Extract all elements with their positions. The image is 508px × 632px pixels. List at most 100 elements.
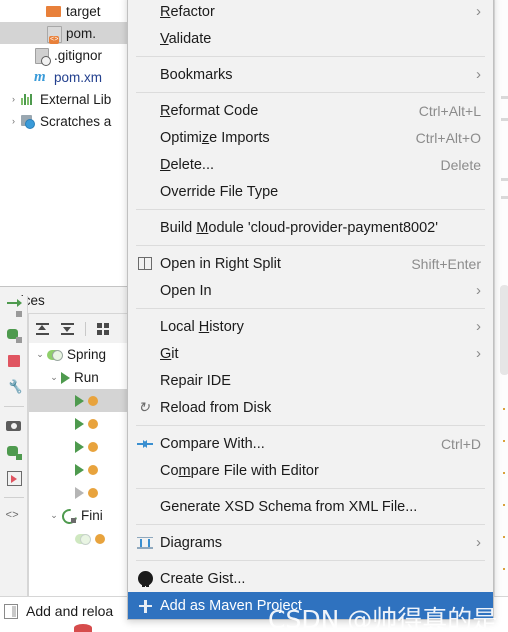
chevron-down-icon[interactable]: ⌄: [47, 510, 61, 521]
project-tree-rows: targetpom..gitignormpom.xm›External Lib›…: [0, 0, 128, 132]
menu-item[interactable]: ↻ Reload from Disk: [128, 394, 493, 421]
stop-icon[interactable]: [5, 352, 23, 370]
run-tool-window-toolbar[interactable]: 🔧 <>: [0, 296, 28, 596]
status-bar-text: Add and reloa: [26, 603, 114, 619]
services-tree[interactable]: ⌄ Spring ⌄ Run ⌄ Fini: [28, 343, 128, 597]
chevron-right-icon[interactable]: ›: [8, 88, 19, 110]
rerun-icon[interactable]: [5, 443, 23, 461]
project-tool-window[interactable]: targetpom..gitignormpom.xm›External Lib›…: [0, 0, 128, 146]
services-tree-item[interactable]: [29, 412, 128, 435]
menu-item[interactable]: Generate XSD Schema from XML File...: [128, 493, 493, 520]
debug-icon[interactable]: [5, 326, 23, 344]
project-tree-item[interactable]: › External Lib: [0, 88, 128, 110]
chevron-right-icon[interactable]: ›: [8, 110, 19, 132]
menu-item-label: Validate: [160, 30, 212, 47]
collapse-all-icon[interactable]: [60, 321, 75, 336]
menu-item-icon-slot: [136, 283, 160, 299]
menu-item[interactable]: Open In ›: [128, 277, 493, 304]
menu-item[interactable]: Reformat Code Ctrl+Alt+L: [128, 97, 493, 124]
group-by-icon[interactable]: [96, 321, 111, 336]
menu-item-icon-slot: [136, 220, 160, 236]
menu-item[interactable]: Local History ›: [128, 313, 493, 340]
status-dot: [95, 533, 105, 544]
settings-wrench-icon[interactable]: 🔧: [5, 378, 23, 396]
pom-module-icon: [45, 25, 62, 44]
menu-item-icon-slot: [136, 67, 160, 83]
menu-item[interactable]: Override File Type: [128, 178, 493, 205]
menu-separator: [136, 308, 485, 309]
chevron-down-icon[interactable]: ⌄: [33, 349, 47, 360]
chevron-down-icon[interactable]: ⌄: [47, 372, 61, 383]
services-tree-item[interactable]: [29, 527, 128, 550]
menu-item[interactable]: Build Module 'cloud-provider-payment8002…: [128, 214, 493, 241]
project-tree-item-label: External Lib: [40, 91, 112, 107]
menu-item[interactable]: Validate: [128, 25, 493, 52]
run-icon: [75, 463, 84, 476]
menu-item-shortcut: Ctrl+D: [440, 435, 481, 452]
services-tree-item[interactable]: [29, 458, 128, 481]
camera-icon[interactable]: [5, 417, 23, 435]
menu-item[interactable]: Diagrams ›: [128, 529, 493, 556]
menu-item[interactable]: Create Gist...: [128, 565, 493, 592]
spring-icon: [75, 532, 91, 546]
project-tree-item[interactable]: pom.: [0, 22, 128, 44]
project-tree-item-label: target: [66, 3, 101, 19]
menu-item[interactable]: Compare With... Ctrl+D: [128, 430, 493, 457]
menu-item-icon-slot: [136, 499, 160, 515]
editor-scrollbar[interactable]: [500, 285, 508, 375]
context-menu-items: Refactor › Validate Bookmarks › Reformat Code…: [128, 0, 493, 619]
run-icon[interactable]: [5, 299, 23, 318]
step-into-icon[interactable]: [5, 469, 23, 487]
status-dot: [88, 395, 98, 406]
code-icon[interactable]: <>: [5, 508, 23, 526]
services-tree-item-label: Spring: [67, 347, 107, 362]
menu-item-icon-slot: [136, 463, 160, 479]
menu-item[interactable]: Add as Maven Project: [128, 592, 493, 619]
services-tree-item[interactable]: [29, 435, 128, 458]
menu-item-label: Open In: [160, 282, 212, 299]
services-tree-item[interactable]: ⌄ Run: [29, 366, 128, 389]
menu-item-label: Reload from Disk: [160, 399, 272, 416]
menu-item-label: Reformat Code: [160, 102, 259, 119]
menu-item-label: Refactor: [160, 3, 215, 20]
services-tree-item[interactable]: ⌄ Spring: [29, 343, 128, 366]
external-libraries-icon: [19, 91, 36, 107]
toolbar-divider: [3, 406, 24, 407]
menu-item[interactable]: Compare File with Editor: [128, 457, 493, 484]
menu-item-label: Repair IDE: [160, 372, 231, 389]
menu-item-shortcut: Delete: [440, 156, 481, 173]
menu-item-label: Bookmarks: [160, 66, 233, 83]
menu-item[interactable]: Repair IDE: [128, 367, 493, 394]
menu-item[interactable]: Optimize Imports Ctrl+Alt+O: [128, 124, 493, 151]
file-context-menu[interactable]: Refactor › Validate Bookmarks › Reformat Code…: [127, 0, 494, 620]
diagram-icon: [136, 535, 160, 551]
split-icon: [136, 256, 160, 272]
menu-item-label: Override File Type: [160, 183, 279, 200]
project-tree-item[interactable]: target: [0, 0, 128, 22]
menu-separator: [136, 209, 485, 210]
menu-item[interactable]: Open in Right Split Shift+Enter: [128, 250, 493, 277]
services-tree-item[interactable]: [29, 389, 128, 412]
chevron-right-icon: ›: [476, 317, 481, 335]
menu-item-label: Add as Maven Project: [160, 597, 302, 614]
menu-item-label: Generate XSD Schema from XML File...: [160, 498, 418, 515]
project-tree-item-label: pom.: [66, 25, 97, 41]
menu-item[interactable]: Git ›: [128, 340, 493, 367]
window-bottom-edge: [0, 624, 508, 632]
project-tree-item[interactable]: .gitignor: [0, 44, 128, 66]
project-tree-item[interactable]: m pom.xm: [0, 66, 128, 88]
services-tree-item[interactable]: ⌄ Fini: [29, 504, 128, 527]
services-tree-item[interactable]: [29, 481, 128, 504]
project-tree-item[interactable]: › Scratches a: [0, 110, 128, 132]
menu-item-icon-slot: [136, 103, 160, 119]
menu-item[interactable]: Bookmarks ›: [128, 61, 493, 88]
menu-item[interactable]: Refactor ›: [128, 0, 493, 25]
chevron-right-icon: ›: [476, 344, 481, 362]
services-tree-rows: ⌄ Spring ⌄ Run ⌄ Fini: [29, 343, 128, 550]
project-tree-item-label: Scratches a: [40, 113, 112, 129]
services-toolbar[interactable]: [28, 313, 128, 343]
menu-item[interactable]: Delete... Delete: [128, 151, 493, 178]
menu-separator: [136, 524, 485, 525]
expand-all-icon[interactable]: [35, 321, 50, 336]
panel-icon[interactable]: [4, 603, 18, 619]
